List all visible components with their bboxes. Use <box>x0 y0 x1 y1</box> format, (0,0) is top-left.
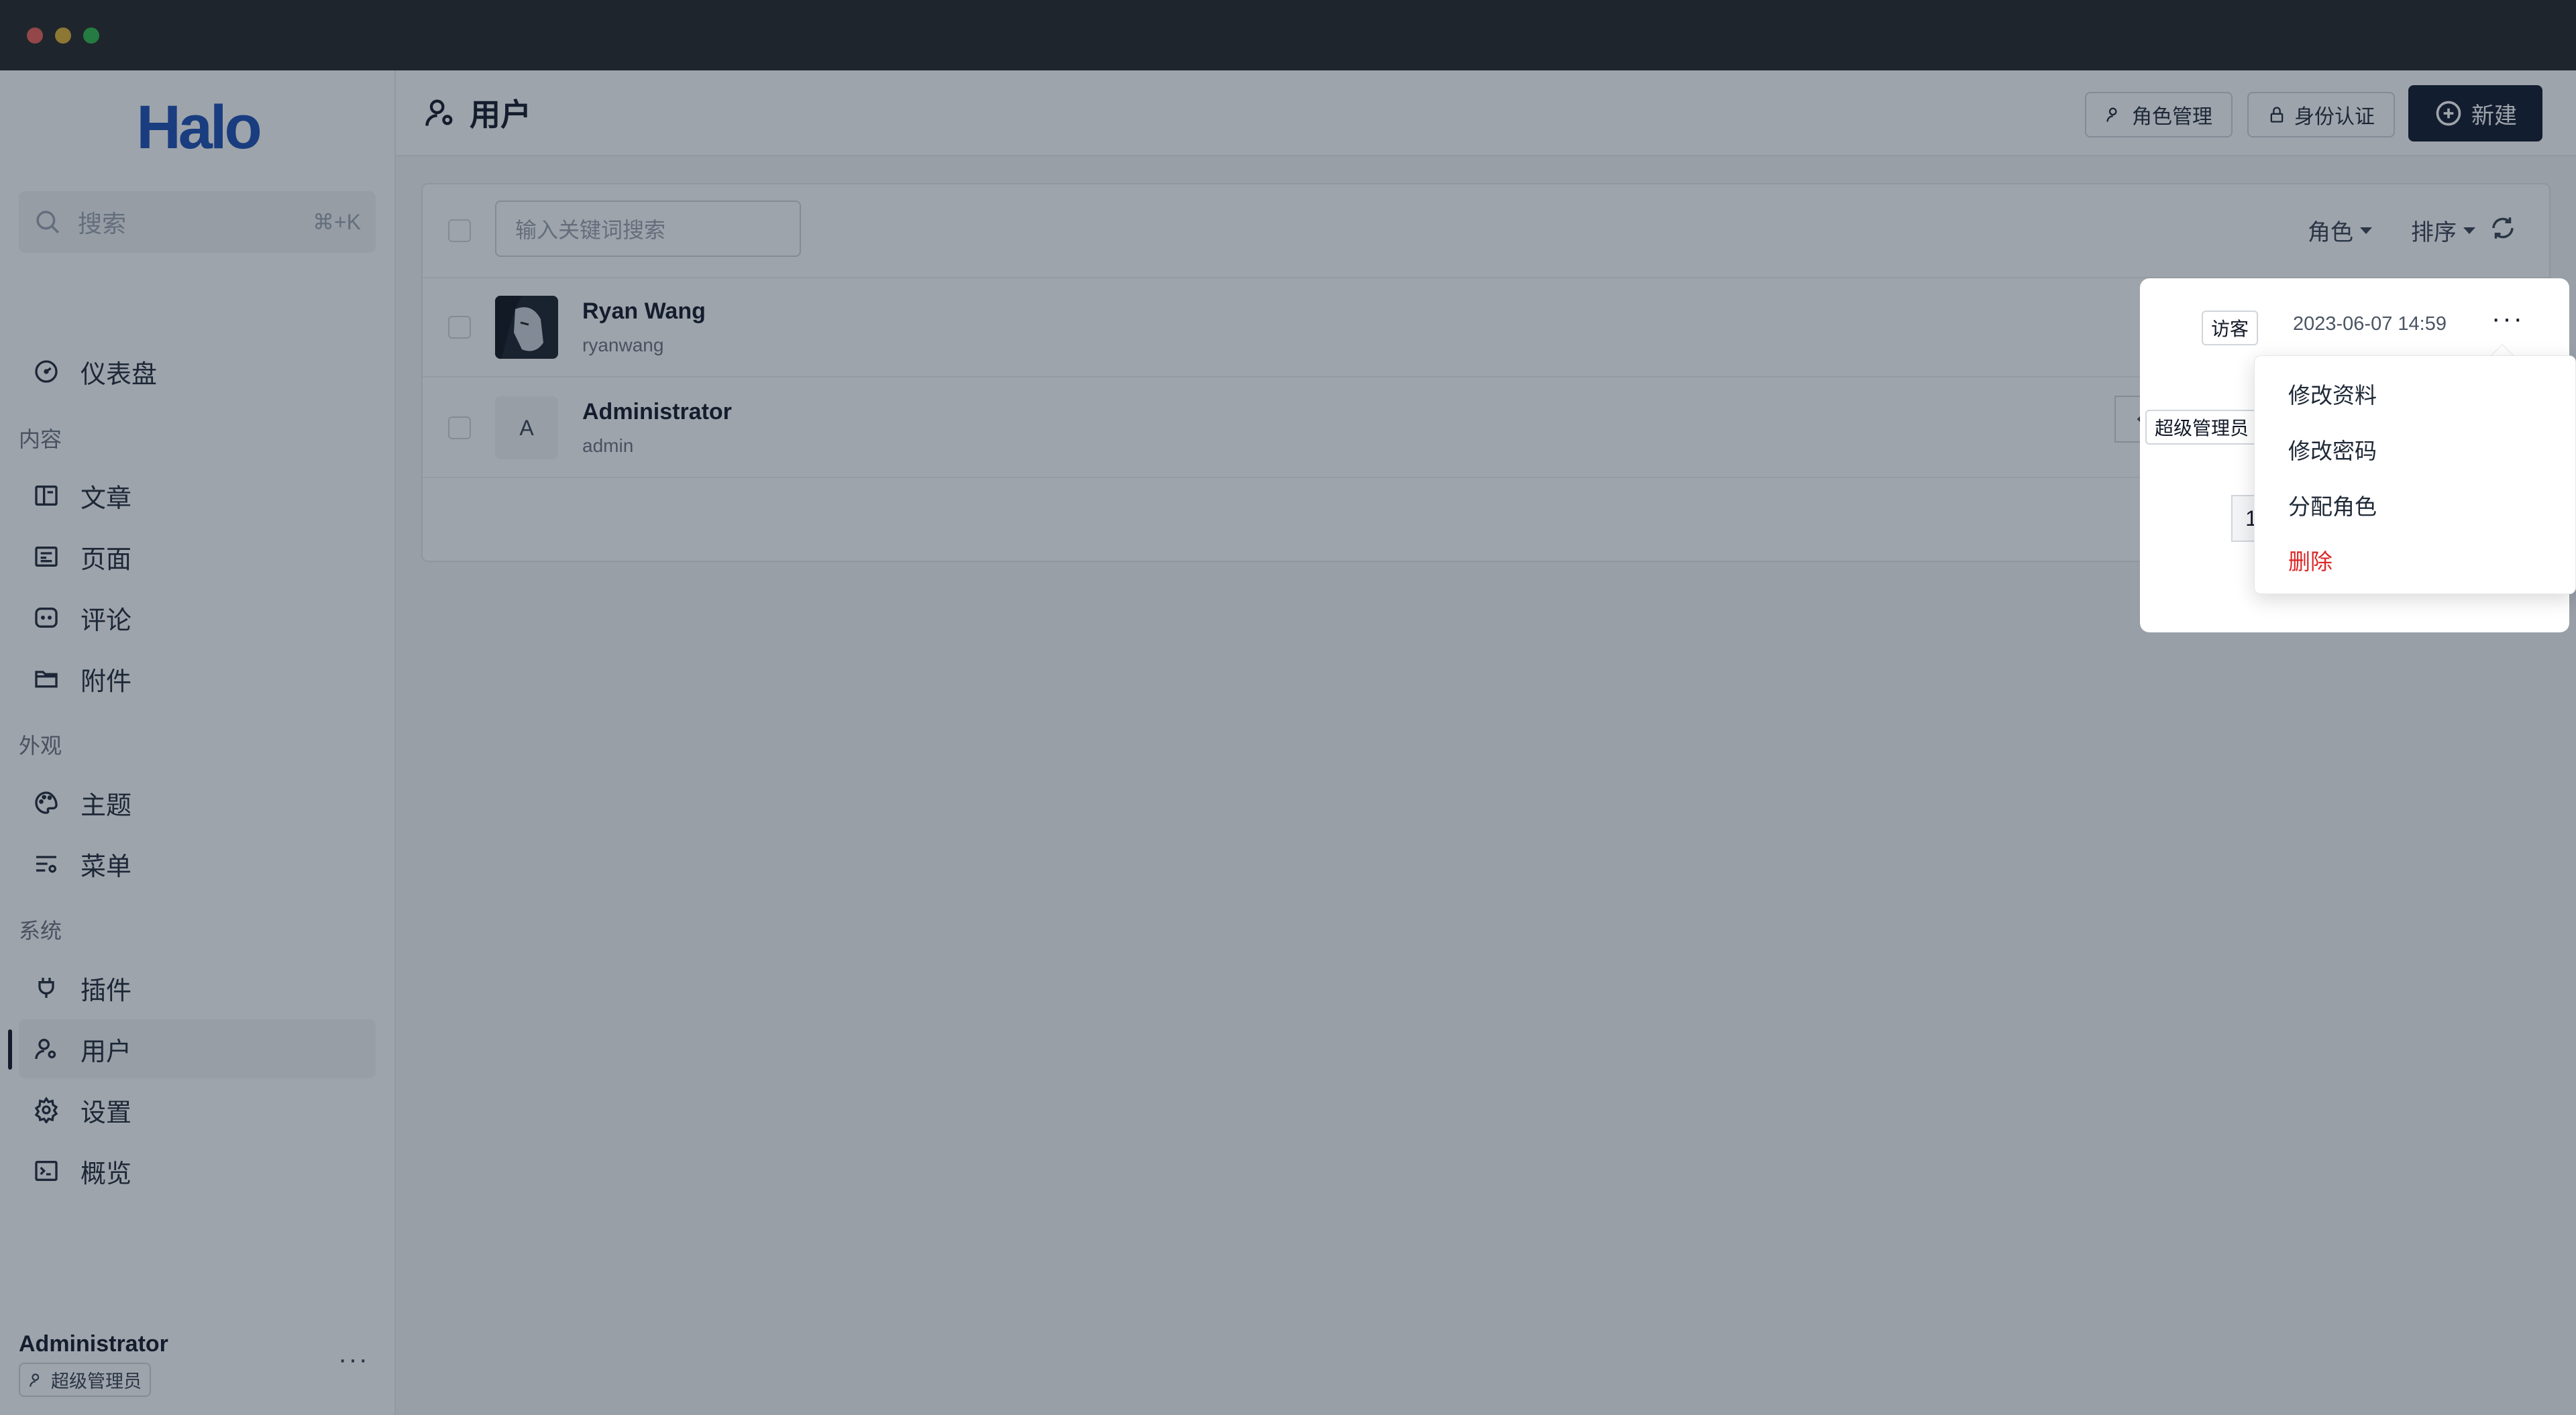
modal-overlay[interactable] <box>0 0 2576 1415</box>
row-action-menu: 修改资料 修改密码 分配角色 删除 <box>2254 355 2576 594</box>
user-created-date: 2023-06-07 14:59 <box>2293 313 2447 335</box>
role-badge: 超级管理员 <box>2145 410 2259 445</box>
row-more-button[interactable]: ··· <box>2491 304 2524 334</box>
menu-item-change-password[interactable]: 修改密码 <box>2288 433 2377 465</box>
menu-item-assign-role[interactable]: 分配角色 <box>2288 489 2377 521</box>
role-badge: 访客 <box>2202 310 2259 345</box>
menu-item-edit-profile[interactable]: 修改资料 <box>2288 378 2377 410</box>
menu-item-delete[interactable]: 删除 <box>2288 544 2332 576</box>
